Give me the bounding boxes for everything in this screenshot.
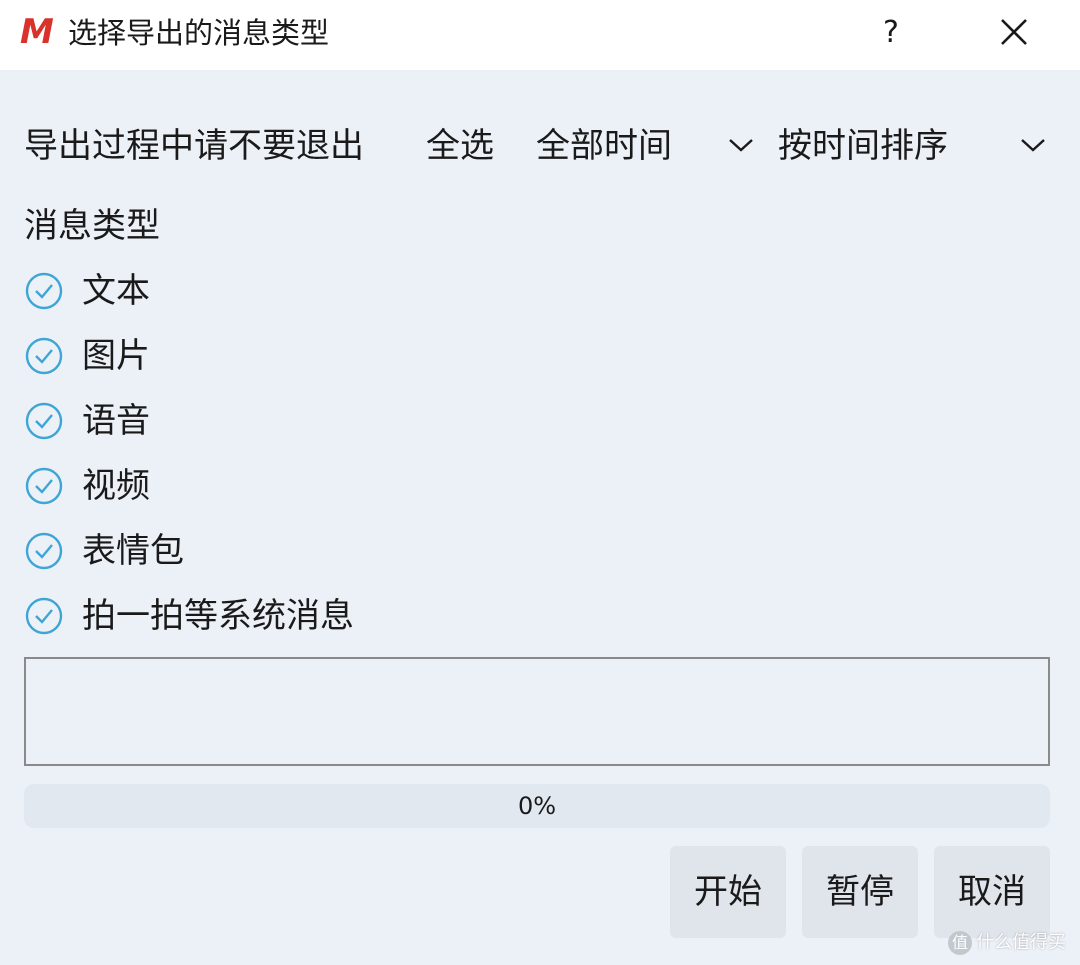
check-circle-icon <box>25 467 63 505</box>
checkbox-voice[interactable]: 语音 <box>24 397 624 445</box>
check-circle-icon <box>25 532 63 570</box>
chevron-down-icon[interactable] <box>726 130 756 160</box>
progress-bar: 0% <box>24 784 1050 828</box>
checkbox-system-message[interactable]: 拍一拍等系统消息 <box>24 592 624 640</box>
watermark-logo-icon: 值 <box>948 931 972 955</box>
window-title: 选择导出的消息类型 <box>68 16 330 50</box>
watermark-text: 什么值得买 <box>976 932 1066 953</box>
select-all-button[interactable]: 全选 <box>426 118 494 174</box>
checkbox-sticker[interactable]: 表情包 <box>24 527 624 575</box>
options-row: 导出过程中请不要退出 全选 全部时间 按时间排序 <box>0 118 1080 174</box>
progress-text: 0% <box>517 792 557 820</box>
checkbox-label: 图片 <box>82 336 150 376</box>
sort-order-select[interactable]: 按时间排序 <box>778 118 948 174</box>
export-notice: 导出过程中请不要退出 <box>24 126 364 166</box>
log-output[interactable] <box>24 657 1050 766</box>
check-circle-icon <box>25 402 63 440</box>
export-dialog: M 选择导出的消息类型 ? 导出过程中请不要退出 全选 全部时间 按时间排序 消… <box>0 0 1080 965</box>
close-button[interactable] <box>990 10 1038 56</box>
checkbox-label: 表情包 <box>82 531 184 571</box>
check-circle-icon <box>25 337 63 375</box>
checkbox-video[interactable]: 视频 <box>24 462 624 510</box>
app-logo-icon: M <box>20 12 54 52</box>
check-circle-icon <box>25 272 63 310</box>
time-range-select[interactable]: 全部时间 <box>536 118 672 174</box>
checkbox-label: 视频 <box>82 466 150 506</box>
watermark: 值什么值得买 <box>948 928 1078 958</box>
check-circle-icon <box>25 597 63 635</box>
checkbox-image[interactable]: 图片 <box>24 332 624 380</box>
checkbox-label: 拍一拍等系统消息 <box>82 596 354 636</box>
close-icon <box>1001 19 1027 45</box>
cancel-button[interactable]: 取消 <box>934 846 1050 938</box>
help-button[interactable]: ? <box>868 8 914 58</box>
pause-button[interactable]: 暂停 <box>802 846 918 938</box>
message-type-label: 消息类型 <box>24 206 160 246</box>
checkbox-text[interactable]: 文本 <box>24 267 624 315</box>
chevron-down-icon[interactable] <box>1018 130 1048 160</box>
checkbox-label: 文本 <box>82 271 150 311</box>
start-button[interactable]: 开始 <box>670 846 786 938</box>
title-bar: M 选择导出的消息类型 ? <box>0 0 1080 70</box>
checkbox-label: 语音 <box>82 401 150 441</box>
